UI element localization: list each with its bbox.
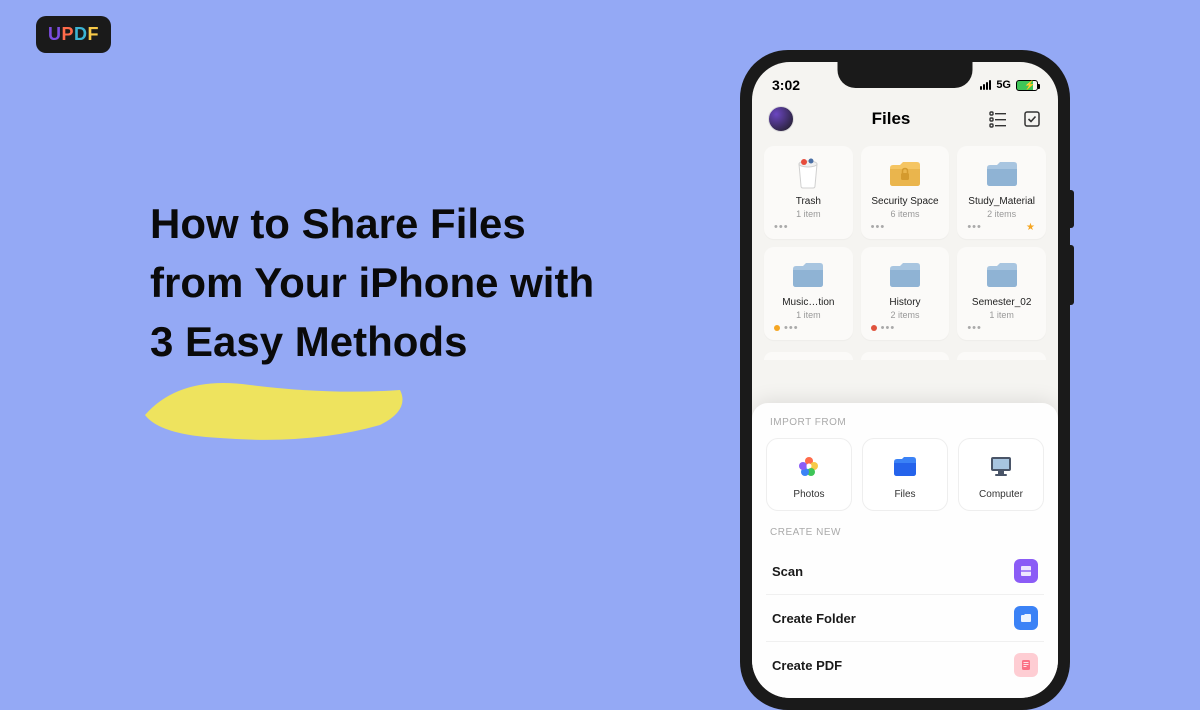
logo-f: F [88, 24, 100, 44]
folder-name: Security Space [871, 196, 938, 207]
folder-icon [787, 257, 829, 291]
folder-icon [884, 257, 926, 291]
folder-name: Trash [796, 196, 821, 207]
avatar[interactable] [768, 106, 794, 132]
more-icon[interactable]: ••• [770, 221, 847, 233]
folder-card-music[interactable]: Music…tion 1 item ••• [764, 247, 853, 340]
folder-icon [981, 156, 1023, 190]
folder-icon [981, 257, 1023, 291]
app-header: Files [752, 100, 1058, 142]
list-view-icon[interactable] [988, 109, 1008, 129]
files-icon [890, 451, 920, 481]
phone-screen: 3:02 5G ⚡ Files [752, 62, 1058, 698]
page-headline: How to Share Files from Your iPhone with… [150, 195, 620, 371]
folder-small-icon [1014, 606, 1038, 630]
phone-side-button [1070, 245, 1074, 305]
app-title: Files [794, 109, 988, 129]
create-section-label: CREATE NEW [766, 527, 1044, 538]
brand-logo: UPDF [36, 16, 111, 53]
folder-grid: Trash 1 item ••• Security Space 6 items … [752, 142, 1058, 344]
import-files[interactable]: Files [862, 438, 948, 511]
create-label: Create PDF [772, 658, 842, 673]
create-pdf[interactable]: Create PDF [766, 642, 1044, 688]
scan-icon [1014, 559, 1038, 583]
folder-meta: 6 items [890, 209, 919, 219]
logo-p: P [62, 24, 75, 44]
folder-name: Music…tion [782, 297, 834, 308]
create-scan[interactable]: Scan [766, 548, 1044, 595]
status-indicators: 5G ⚡ [980, 79, 1038, 91]
logo-u: U [48, 24, 62, 44]
logo-d: D [74, 24, 88, 44]
folder-card-semester[interactable]: Semester_02 1 item ••• [957, 247, 1046, 340]
import-label: Files [894, 489, 915, 500]
more-icon[interactable]: ••• [867, 221, 944, 233]
import-section-label: IMPORT FROM [766, 417, 1044, 428]
photos-icon [794, 451, 824, 481]
star-icon: ★ [1026, 222, 1036, 233]
more-icon[interactable]: •••★ [963, 221, 1040, 233]
action-sheet: IMPORT FROM Photos Files [752, 403, 1058, 698]
import-label: Photos [793, 489, 824, 500]
tag-dot [871, 325, 877, 331]
folder-row-peek [752, 344, 1058, 360]
folder-meta: 1 item [989, 310, 1014, 320]
status-time: 3:02 [772, 77, 800, 93]
pdf-icon [1014, 653, 1038, 677]
folder-card-trash[interactable]: Trash 1 item ••• [764, 146, 853, 239]
folder-name: History [889, 297, 920, 308]
folder-meta: 2 items [987, 209, 1016, 219]
phone-notch [838, 62, 973, 88]
folder-meta: 1 item [796, 209, 821, 219]
create-folder[interactable]: Create Folder [766, 595, 1044, 642]
computer-icon [986, 451, 1016, 481]
secure-folder-icon [884, 156, 926, 190]
folder-name: Study_Material [968, 196, 1035, 207]
highlight-scribble [130, 360, 420, 460]
folder-card-study[interactable]: Study_Material 2 items •••★ [957, 146, 1046, 239]
trash-icon [787, 156, 829, 190]
more-icon[interactable]: ••• [867, 322, 944, 334]
folder-meta: 1 item [796, 310, 821, 320]
network-label: 5G [996, 79, 1011, 91]
import-photos[interactable]: Photos [766, 438, 852, 511]
import-label: Computer [979, 489, 1023, 500]
battery-icon: ⚡ [1016, 80, 1038, 91]
folder-meta: 2 items [890, 310, 919, 320]
phone-side-button [1070, 190, 1074, 228]
folder-card-history[interactable]: History 2 items ••• [861, 247, 950, 340]
more-icon[interactable]: ••• [770, 322, 847, 334]
folder-card-security[interactable]: Security Space 6 items ••• [861, 146, 950, 239]
create-label: Create Folder [772, 611, 856, 626]
folder-name: Semester_02 [972, 297, 1031, 308]
signal-icon [980, 80, 991, 90]
phone-frame: 3:02 5G ⚡ Files [740, 50, 1070, 710]
import-computer[interactable]: Computer [958, 438, 1044, 511]
tag-dot [774, 325, 780, 331]
create-label: Scan [772, 564, 803, 579]
select-icon[interactable] [1022, 109, 1042, 129]
more-icon[interactable]: ••• [963, 322, 1040, 334]
